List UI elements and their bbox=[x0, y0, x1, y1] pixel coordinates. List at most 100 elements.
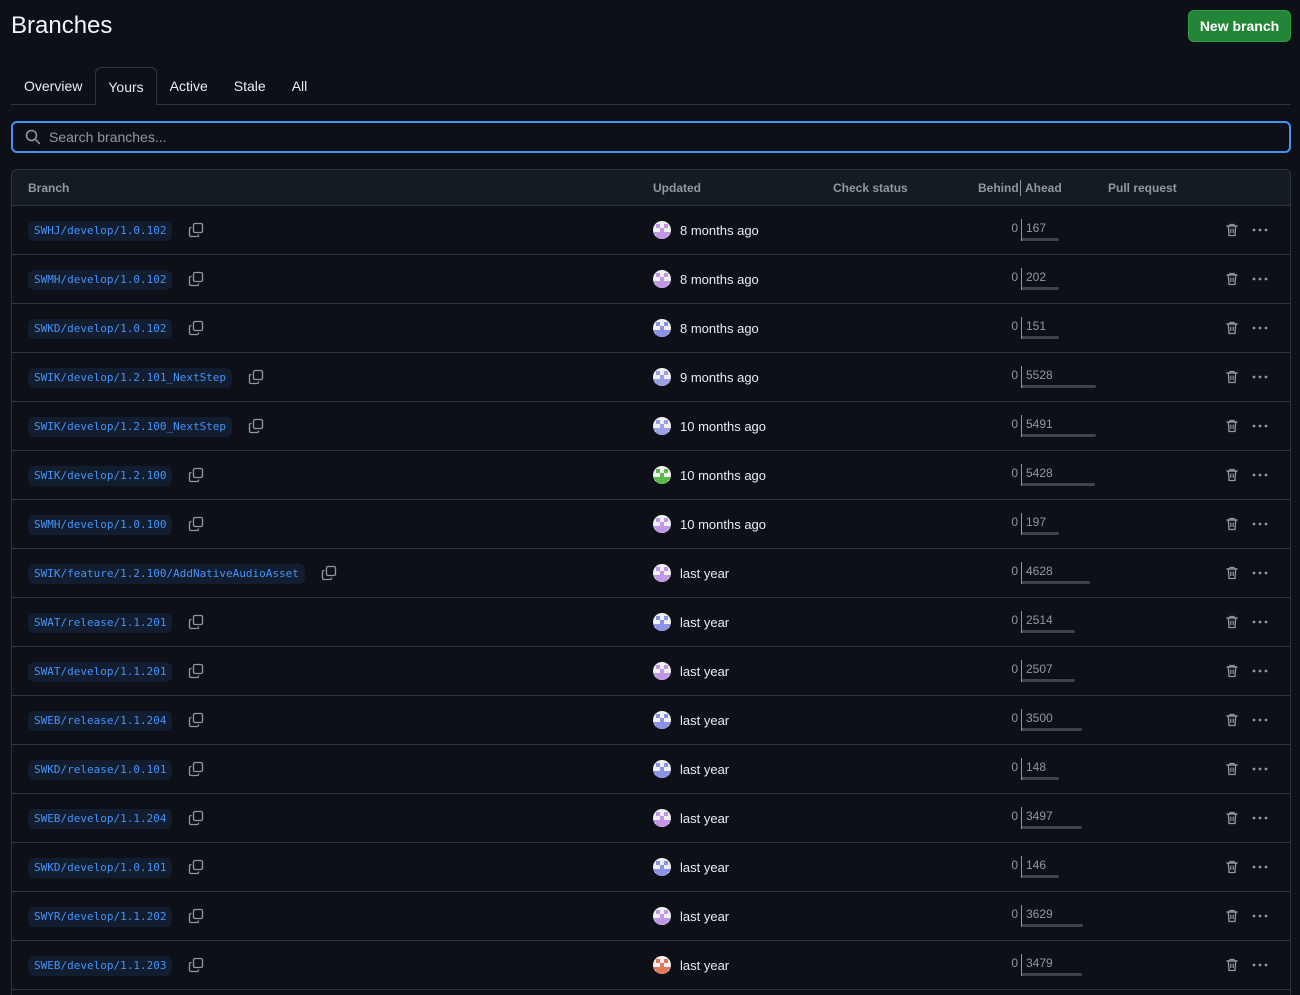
kebab-horizontal-icon[interactable] bbox=[1251, 761, 1269, 777]
branch-name-link[interactable]: SWIK/feature/1.2.100/AddNativeAudioAsset bbox=[28, 564, 305, 584]
trash-icon[interactable] bbox=[1224, 222, 1240, 238]
trash-icon[interactable] bbox=[1224, 320, 1240, 336]
kebab-horizontal-icon[interactable] bbox=[1251, 467, 1269, 483]
avatar[interactable] bbox=[653, 368, 671, 386]
avatar[interactable] bbox=[653, 319, 671, 337]
avatar[interactable] bbox=[653, 760, 671, 778]
avatar[interactable] bbox=[653, 466, 671, 484]
branch-name-link[interactable]: SWAT/release/1.1.201 bbox=[28, 613, 173, 633]
branch-name-link[interactable]: SWHJ/develop/1.0.102 bbox=[28, 221, 173, 241]
tab-yours[interactable]: Yours bbox=[95, 67, 157, 105]
column-header-pull-request: Pull request bbox=[1108, 181, 1177, 195]
table-row: SWEB/release/1.1.204 last year 0 3500 bbox=[12, 696, 1290, 745]
tab-overview[interactable]: Overview bbox=[11, 67, 95, 104]
branch-name-link[interactable]: SWIK/develop/1.2.100 bbox=[28, 466, 173, 486]
trash-icon[interactable] bbox=[1224, 565, 1240, 581]
branch-name-link[interactable]: SWEB/develop/1.1.204 bbox=[28, 809, 173, 829]
kebab-horizontal-icon[interactable] bbox=[1251, 320, 1269, 336]
trash-icon[interactable] bbox=[1224, 908, 1240, 924]
branch-name-link[interactable]: SWMH/develop/1.0.102 bbox=[28, 270, 173, 290]
branch-name-link[interactable]: SWEB/release/1.1.204 bbox=[28, 711, 173, 731]
copy-icon[interactable] bbox=[248, 418, 264, 434]
avatar[interactable] bbox=[653, 221, 671, 239]
tab-active[interactable]: Active bbox=[157, 67, 221, 104]
kebab-horizontal-icon[interactable] bbox=[1251, 712, 1269, 728]
copy-icon[interactable] bbox=[188, 859, 204, 875]
search-input[interactable] bbox=[49, 129, 1289, 145]
copy-icon[interactable] bbox=[188, 908, 204, 924]
trash-icon[interactable] bbox=[1224, 467, 1240, 483]
avatar[interactable] bbox=[653, 956, 671, 974]
branch-name-link[interactable]: SWIK/develop/1.2.101_NextStep bbox=[28, 368, 233, 388]
ahead-count: 167 bbox=[1026, 221, 1047, 235]
avatar[interactable] bbox=[653, 270, 671, 288]
trash-icon[interactable] bbox=[1224, 957, 1240, 973]
branch-name-link[interactable]: SWKD/release/1.0.101 bbox=[28, 760, 173, 780]
avatar[interactable] bbox=[653, 515, 671, 533]
avatar[interactable] bbox=[653, 613, 671, 631]
trash-icon[interactable] bbox=[1224, 369, 1240, 385]
avatar[interactable] bbox=[653, 662, 671, 680]
tab-all[interactable]: All bbox=[279, 67, 321, 104]
ahead-bar bbox=[1022, 483, 1095, 486]
kebab-horizontal-icon[interactable] bbox=[1251, 810, 1269, 826]
avatar[interactable] bbox=[653, 809, 671, 827]
branch-name-link[interactable]: SWAT/develop/1.1.201 bbox=[28, 662, 173, 682]
copy-icon[interactable] bbox=[188, 320, 204, 336]
branch-name-link[interactable]: SWIK/develop/1.2.100_NextStep bbox=[28, 417, 233, 437]
copy-icon[interactable] bbox=[188, 957, 204, 973]
trash-icon[interactable] bbox=[1224, 810, 1240, 826]
updated-time: last year bbox=[680, 811, 730, 826]
copy-icon[interactable] bbox=[188, 614, 204, 630]
kebab-horizontal-icon[interactable] bbox=[1251, 565, 1269, 581]
copy-icon[interactable] bbox=[188, 712, 204, 728]
updated-time: last year bbox=[680, 713, 730, 728]
trash-icon[interactable] bbox=[1224, 663, 1240, 679]
avatar[interactable] bbox=[653, 564, 671, 582]
tab-stale[interactable]: Stale bbox=[221, 67, 279, 104]
trash-icon[interactable] bbox=[1224, 712, 1240, 728]
trash-icon[interactable] bbox=[1224, 614, 1240, 630]
avatar[interactable] bbox=[653, 711, 671, 729]
copy-icon[interactable] bbox=[188, 222, 204, 238]
branch-name-link[interactable]: SWMH/develop/1.0.100 bbox=[28, 515, 173, 535]
table-row: SWKD/develop/1.0.101 last year 0 146 bbox=[12, 843, 1290, 892]
kebab-horizontal-icon[interactable] bbox=[1251, 516, 1269, 532]
avatar[interactable] bbox=[653, 907, 671, 925]
column-header-divider bbox=[1020, 180, 1021, 196]
branch-name-link[interactable]: SWYR/develop/1.1.202 bbox=[28, 907, 173, 927]
kebab-horizontal-icon[interactable] bbox=[1251, 222, 1269, 238]
copy-icon[interactable] bbox=[188, 516, 204, 532]
ahead-count: 151 bbox=[1026, 319, 1047, 333]
trash-icon[interactable] bbox=[1224, 761, 1240, 777]
updated-time: last year bbox=[680, 762, 730, 777]
copy-icon[interactable] bbox=[188, 761, 204, 777]
trash-icon[interactable] bbox=[1224, 271, 1240, 287]
branch-name-link[interactable]: SWKD/develop/1.0.102 bbox=[28, 319, 173, 339]
kebab-horizontal-icon[interactable] bbox=[1251, 859, 1269, 875]
behind-count: 0 bbox=[1011, 613, 1018, 627]
kebab-horizontal-icon[interactable] bbox=[1251, 271, 1269, 287]
copy-icon[interactable] bbox=[188, 271, 204, 287]
kebab-horizontal-icon[interactable] bbox=[1251, 908, 1269, 924]
copy-icon[interactable] bbox=[321, 565, 337, 581]
trash-icon[interactable] bbox=[1224, 418, 1240, 434]
new-branch-button[interactable]: New branch bbox=[1188, 10, 1291, 42]
kebab-horizontal-icon[interactable] bbox=[1251, 418, 1269, 434]
copy-icon[interactable] bbox=[188, 810, 204, 826]
kebab-horizontal-icon[interactable] bbox=[1251, 663, 1269, 679]
trash-icon[interactable] bbox=[1224, 516, 1240, 532]
ahead-count: 202 bbox=[1026, 270, 1047, 284]
trash-icon[interactable] bbox=[1224, 859, 1240, 875]
copy-icon[interactable] bbox=[248, 369, 264, 385]
avatar[interactable] bbox=[653, 858, 671, 876]
branch-name-link[interactable]: SWKD/develop/1.0.101 bbox=[28, 858, 173, 878]
kebab-horizontal-icon[interactable] bbox=[1251, 369, 1269, 385]
copy-icon[interactable] bbox=[188, 663, 204, 679]
avatar[interactable] bbox=[653, 417, 671, 435]
kebab-horizontal-icon[interactable] bbox=[1251, 614, 1269, 630]
branch-name-link[interactable]: SWEB/develop/1.1.203 bbox=[28, 956, 173, 976]
column-header-check-status: Check status bbox=[833, 181, 908, 195]
kebab-horizontal-icon[interactable] bbox=[1251, 957, 1269, 973]
copy-icon[interactable] bbox=[188, 467, 204, 483]
